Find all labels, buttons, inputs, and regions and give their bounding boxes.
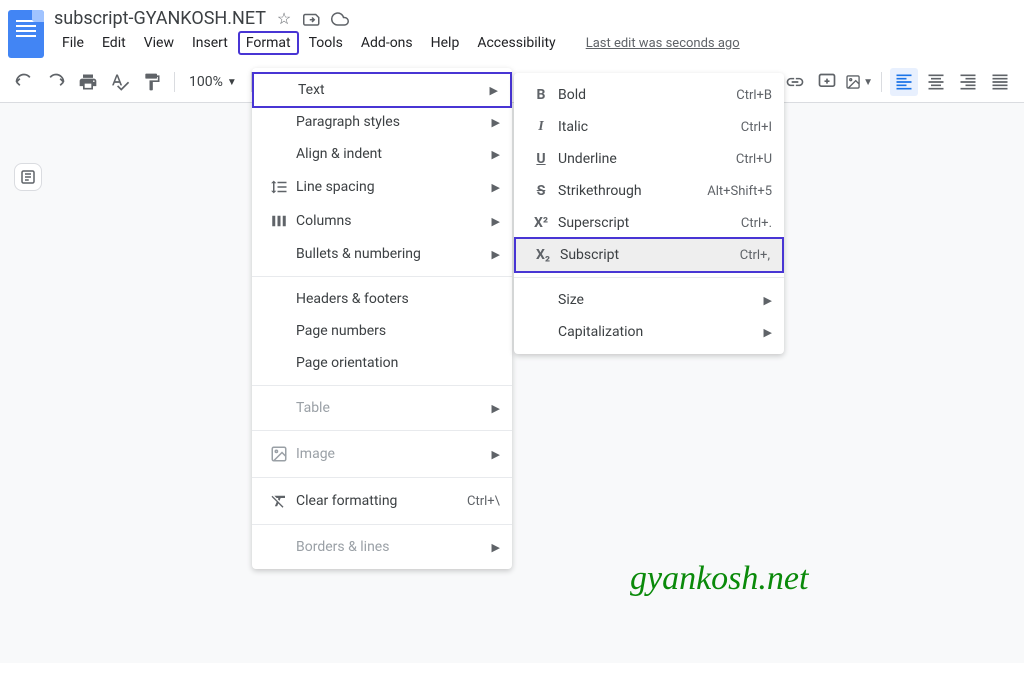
menu-borders-lines: Borders & lines ▶ (252, 531, 512, 563)
menu-image: Image ▶ (252, 437, 512, 471)
menu-edit[interactable]: Edit (94, 31, 134, 55)
print-button[interactable] (74, 68, 102, 96)
arrow-right-icon: ▶ (764, 294, 772, 307)
menu-headers-footers[interactable]: Headers & footers (252, 283, 512, 315)
menu-accessibility[interactable]: Accessibility (469, 31, 563, 55)
doc-title[interactable]: subscript-GYANKOSH.NET (54, 8, 266, 29)
menu-paragraph-styles[interactable]: Paragraph styles ▶ (252, 106, 512, 138)
align-center-button[interactable] (922, 68, 950, 96)
menu-subscript[interactable]: X₂ Subscript Ctrl+, (514, 237, 784, 273)
image-button[interactable]: ▼ (845, 68, 873, 96)
menu-bullets-numbering[interactable]: Bullets & numbering ▶ (252, 238, 512, 270)
arrow-right-icon: ▶ (492, 248, 500, 261)
menu-size[interactable]: Size ▶ (514, 284, 784, 316)
move-icon[interactable] (302, 9, 322, 29)
columns-icon (266, 212, 292, 230)
align-right-button[interactable] (954, 68, 982, 96)
zoom-dropdown[interactable]: 100% ▼ (183, 74, 243, 90)
image-icon (266, 445, 292, 463)
menu-underline[interactable]: U Underline Ctrl+U (514, 143, 784, 175)
align-justify-button[interactable] (986, 68, 1014, 96)
italic-icon: I (528, 119, 554, 135)
redo-button[interactable] (42, 68, 70, 96)
spellcheck-button[interactable] (106, 68, 134, 96)
menu-addons[interactable]: Add-ons (353, 31, 421, 55)
document-canvas[interactable] (0, 103, 1024, 663)
arrow-right-icon: ▶ (492, 181, 500, 194)
clear-format-icon (266, 492, 292, 510)
menu-capitalization[interactable]: Capitalization ▶ (514, 316, 784, 348)
comment-button[interactable] (813, 68, 841, 96)
arrow-right-icon: ▶ (492, 448, 500, 461)
menu-line-spacing[interactable]: Line spacing ▶ (252, 170, 512, 204)
superscript-icon: X² (528, 215, 554, 231)
menu-page-orientation[interactable]: Page orientation (252, 347, 512, 379)
bold-icon: B (528, 87, 554, 103)
undo-button[interactable] (10, 68, 38, 96)
menu-clear-formatting[interactable]: Clear formatting Ctrl+\ (252, 484, 512, 518)
star-icon[interactable]: ☆ (274, 9, 294, 29)
strikethrough-icon: S (528, 183, 554, 199)
arrow-right-icon: ▶ (492, 148, 500, 161)
menu-tools[interactable]: Tools (301, 31, 351, 55)
format-dropdown: Text ▶ Paragraph styles ▶ Align & indent… (252, 68, 512, 569)
menu-superscript[interactable]: X² Superscript Ctrl+. (514, 207, 784, 239)
cloud-icon[interactable] (330, 9, 350, 29)
menu-insert[interactable]: Insert (184, 31, 236, 55)
menu-format[interactable]: Format (238, 31, 299, 55)
menu-table: Table ▶ (252, 392, 512, 424)
docs-logo-icon[interactable] (8, 10, 44, 58)
link-button[interactable] (781, 68, 809, 96)
arrow-right-icon: ▶ (764, 326, 772, 339)
menu-columns[interactable]: Columns ▶ (252, 204, 512, 238)
underline-icon: U (528, 151, 554, 167)
menu-help[interactable]: Help (423, 31, 468, 55)
menu-file[interactable]: File (54, 31, 92, 55)
watermark: gyankosh.net (630, 560, 808, 598)
menu-italic[interactable]: I Italic Ctrl+I (514, 111, 784, 143)
arrow-right-icon: ▶ (492, 215, 500, 228)
last-edit-link[interactable]: Last edit was seconds ago (586, 36, 740, 51)
outline-button[interactable] (14, 163, 42, 191)
text-submenu: B Bold Ctrl+B I Italic Ctrl+I U Underlin… (514, 73, 784, 354)
menu-view[interactable]: View (136, 31, 182, 55)
line-spacing-icon (266, 178, 292, 196)
subscript-icon: X₂ (530, 247, 556, 263)
menu-bold[interactable]: B Bold Ctrl+B (514, 79, 784, 111)
arrow-right-icon: ▶ (492, 116, 500, 129)
toolbar: 100% ▼ ▼ (0, 62, 1024, 103)
paint-format-button[interactable] (138, 68, 166, 96)
menu-text[interactable]: Text ▶ (252, 72, 512, 108)
menu-strikethrough[interactable]: S Strikethrough Alt+Shift+5 (514, 175, 784, 207)
arrow-right-icon: ▶ (490, 84, 498, 97)
arrow-right-icon: ▶ (492, 541, 500, 554)
arrow-right-icon: ▶ (492, 402, 500, 415)
align-left-button[interactable] (890, 68, 918, 96)
menu-align-indent[interactable]: Align & indent ▶ (252, 138, 512, 170)
menu-page-numbers[interactable]: Page numbers (252, 315, 512, 347)
